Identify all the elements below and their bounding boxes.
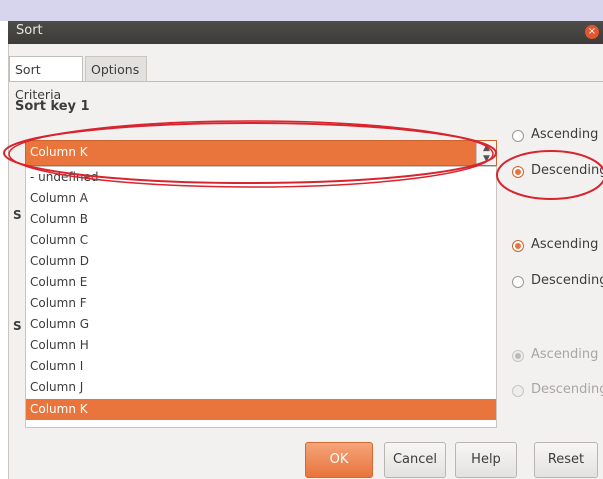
radio-label: Ascending [531,347,599,362]
sort-dialog: Sort Criteria Options Sort key 1 S S Col… [8,44,603,479]
list-item[interactable]: - undefined - [26,167,496,188]
sort-key-1-label: Sort key 1 [15,99,90,114]
list-item[interactable]: Column F [26,293,496,314]
radio-unchecked-icon [512,276,524,288]
sort-key-3-label: S [13,319,22,333]
radio-unchecked-icon [512,130,524,142]
top-strip [0,0,603,21]
radio-unchecked-icon [512,385,524,397]
radio-label: Descending [531,382,603,397]
ok-button[interactable]: OK [305,442,373,478]
sort-key-1-dropdown-list[interactable]: - undefined - Column A Column B Column C… [25,166,497,428]
list-item[interactable]: Column A [26,188,496,209]
list-item[interactable]: Column H [26,335,496,356]
tab-options[interactable]: Options [85,56,147,82]
tab-divider [9,81,603,82]
list-item[interactable]: Column B [26,209,496,230]
radio-checked-icon [512,350,524,362]
cancel-button[interactable]: Cancel [384,442,446,478]
sort-key-1-selected-value: Column K [30,145,88,159]
list-item[interactable]: Column G [26,314,496,335]
radio-label: Descending [531,163,603,178]
list-item[interactable]: Column D [26,251,496,272]
reset-button[interactable]: Reset [534,442,598,478]
list-item[interactable]: Column C [26,230,496,251]
radio-checked-icon [512,166,524,178]
updown-arrow-icon[interactable]: ▲ ▼ [476,141,496,165]
help-button[interactable]: Help [455,442,517,478]
list-item[interactable]: Column I [26,356,496,377]
sort-key-2-label: S [13,208,22,222]
title-bar: Sort × [8,21,603,44]
tab-sort-criteria[interactable]: Sort Criteria [9,56,83,102]
list-item[interactable]: Column E [26,272,496,293]
radio-label: Ascending [531,237,599,252]
sort-key-1-combobox[interactable]: Column K ▲ ▼ [25,140,497,166]
radio-label: Ascending [531,127,599,142]
close-icon[interactable]: × [585,25,599,39]
list-item[interactable]: Column J [26,377,496,398]
radio-checked-icon [512,240,524,252]
radio-label: Descending [531,273,603,288]
window-title: Sort [16,23,43,38]
list-item-selected[interactable]: Column K [26,399,496,420]
